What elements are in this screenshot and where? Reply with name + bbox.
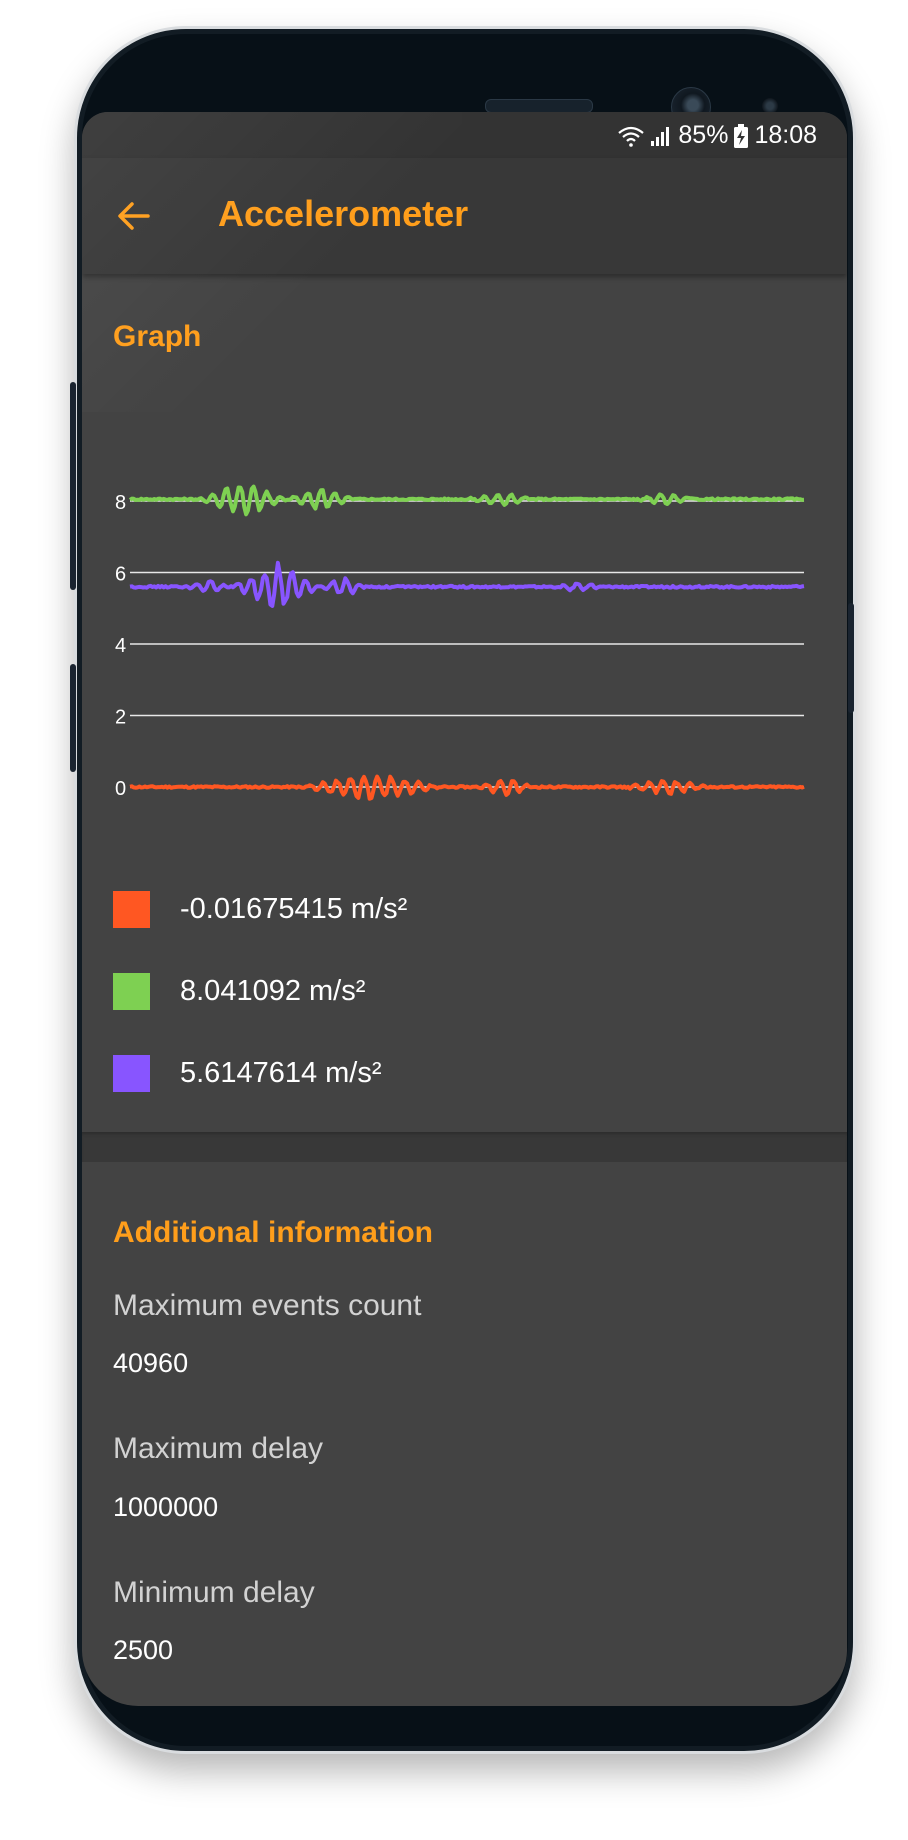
- arrow-left-icon: [118, 202, 150, 230]
- app-title: Accelerometer: [218, 193, 469, 234]
- max-delay-value: 1000000: [113, 1492, 219, 1522]
- max-events-value: 40960: [113, 1348, 189, 1378]
- y-tick-label: 6: [115, 564, 126, 586]
- app-bar: Accelerometer: [82, 158, 847, 274]
- phone-speaker: [485, 99, 593, 113]
- max-delay-label: Maximum delay: [113, 1432, 324, 1465]
- accelerometer-chart: 0 2 4 6 8: [115, 484, 805, 801]
- side-button-left-bottom: [70, 664, 76, 772]
- additional-info-title: Additional information: [113, 1216, 433, 1249]
- max-events-label: Maximum events count: [113, 1289, 422, 1322]
- status-bar: 85% 18:08: [82, 112, 847, 158]
- clock: 18:08: [754, 121, 817, 149]
- battery-charging-icon: [734, 123, 749, 148]
- legend-item-z: 5.6147614 m/s²: [113, 1055, 382, 1092]
- legend-label: -0.01675415 m/s²: [180, 893, 408, 925]
- screen: 85% 18:08 Accelerometer Graph 0 2 4 6 8 -0.0…: [82, 112, 847, 1706]
- back-button[interactable]: [112, 194, 156, 238]
- signal-icon: [651, 126, 670, 146]
- legend-item-x: -0.01675415 m/s²: [113, 891, 407, 928]
- legend-swatch: [113, 1055, 150, 1092]
- series-line-1: [128, 484, 805, 517]
- legend-swatch: [113, 891, 150, 928]
- series-line-2: [129, 560, 805, 608]
- min-delay-value: 2500: [113, 1635, 174, 1665]
- min-delay-label: Minimum delay: [113, 1576, 315, 1609]
- y-tick-label: 0: [115, 778, 126, 800]
- y-tick-label: 2: [115, 707, 126, 729]
- status-icons: 85% 18:08: [618, 121, 817, 150]
- y-tick-label: 8: [115, 492, 126, 514]
- y-tick-label: 4: [115, 635, 126, 657]
- battery-percent: 85%: [678, 121, 729, 149]
- graph-section-title: Graph: [113, 320, 202, 353]
- wifi-icon: [618, 126, 645, 147]
- side-button-left-top: [70, 382, 76, 590]
- legend-label: 8.041092 m/s²: [180, 975, 366, 1007]
- legend-item-y: 8.041092 m/s²: [113, 973, 365, 1010]
- side-button-right: [848, 603, 854, 713]
- legend-swatch: [113, 973, 150, 1010]
- legend-label: 5.6147614 m/s²: [180, 1057, 382, 1089]
- section-separator: [82, 1132, 847, 1162]
